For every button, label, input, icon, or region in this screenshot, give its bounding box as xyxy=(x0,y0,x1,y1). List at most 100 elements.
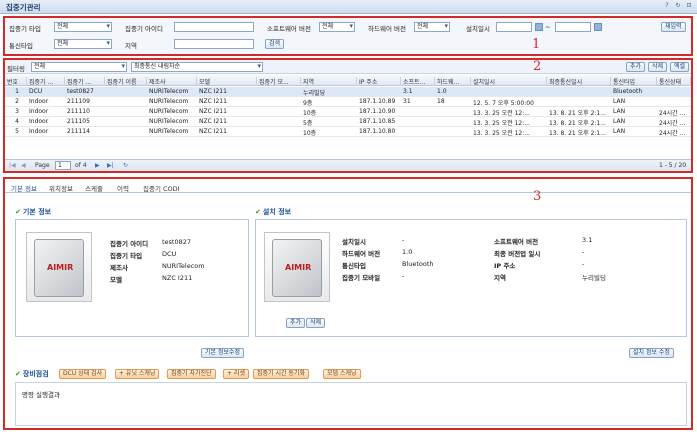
row-model: NZC I211 xyxy=(199,88,227,95)
device-image: AIMIR xyxy=(264,232,330,302)
install-info-heading: ✔ 설치 정보 xyxy=(255,208,292,216)
col-vendor[interactable]: 제조사 xyxy=(147,77,197,86)
row-hw: 1.0 xyxy=(437,88,447,95)
grid-delete-button[interactable]: 삭제 xyxy=(648,62,668,72)
col-last-comm[interactable]: 최종통신일시 xyxy=(547,77,611,86)
tab-schedule[interactable]: 스케줄 xyxy=(85,183,103,193)
help-icon[interactable]: ? xyxy=(663,2,671,10)
id-label: 집중기 아이디 xyxy=(125,25,163,33)
install-field-label: 하드웨어 버전 xyxy=(342,250,381,258)
basic-field-label: 집중기 타입 xyxy=(110,252,143,260)
calendar-from-icon[interactable] xyxy=(535,23,543,31)
comm-select[interactable]: 전체 xyxy=(54,39,112,49)
check-icon: ✔ xyxy=(255,208,261,216)
tab-history[interactable]: 이력 xyxy=(117,183,129,193)
table-row[interactable]: 1 DCU test0827 NURITelecom NZC I211 누리빌딩 3.1 1.… xyxy=(5,87,691,97)
sw-select[interactable]: 전체 xyxy=(319,22,355,32)
row-region: 10층 xyxy=(303,130,317,137)
row-no: 1 xyxy=(15,88,19,95)
image-delete-button[interactable]: 삭제 xyxy=(306,318,326,328)
col-no[interactable]: 번호 xyxy=(5,77,27,86)
table-row[interactable]: 4 Indoor 211105 NURITelecom NZC I211 5층 187.1.… xyxy=(5,117,691,127)
install-field-value: - xyxy=(402,236,405,244)
col-install-date[interactable]: 설치일시 xyxy=(471,77,547,86)
first-page-icon[interactable]: |◀ xyxy=(9,162,16,169)
region-input[interactable] xyxy=(174,39,254,49)
col-sw[interactable]: 소프트... xyxy=(401,77,435,86)
row-type: DCU xyxy=(29,88,43,95)
col-mobile[interactable]: 집중기 모... xyxy=(257,77,301,86)
self-diagnosis-button[interactable]: 집중기 자가진단 xyxy=(167,369,216,379)
col-ip[interactable]: IP 주소 xyxy=(357,77,401,86)
section-number-3: 3 xyxy=(533,189,542,204)
page-range: 1 - 5 / 20 xyxy=(659,162,687,169)
last-page-icon[interactable]: ▶| xyxy=(107,162,114,169)
calendar-to-icon[interactable] xyxy=(594,23,602,31)
col-id[interactable]: 집중기 ... xyxy=(65,77,105,86)
prev-page-icon[interactable]: ◀ xyxy=(21,162,26,169)
reset-button[interactable]: 재입력 xyxy=(661,22,686,32)
col-hw[interactable]: 하드웨... xyxy=(435,77,471,86)
install-info-panel: AIMIR 추가 삭제 설치일시 - 하드웨어 버전 1.0 통신타입 Bluetooth… xyxy=(255,219,687,337)
device-brand-logo: AIMIR xyxy=(47,263,74,272)
install-field-value: 3.1 xyxy=(582,236,593,244)
install-field-label: 집중기 모바일 xyxy=(342,274,381,282)
modem-scan-button[interactable]: 모뎀 스캐닝 xyxy=(323,369,361,379)
id-input[interactable] xyxy=(174,22,254,32)
date-label: 설치일시 xyxy=(466,25,490,33)
row-id: 211110 xyxy=(67,108,90,115)
col-comm-type[interactable]: 통신타입 xyxy=(611,77,657,86)
row-ip: 187.1.10.85 xyxy=(359,118,396,125)
maximize-icon[interactable]: ⊡ xyxy=(685,2,693,10)
row-model: NZC I211 xyxy=(199,118,227,125)
dcu-status-check-button[interactable]: DCU 상태 검사 xyxy=(59,369,107,379)
row-vendor: NURITelecom xyxy=(149,118,189,125)
time-sync-button[interactable]: 집중기 시간 동기화 xyxy=(253,369,309,379)
command-result-label: 명령 실행결과 xyxy=(22,391,60,399)
sort-select[interactable]: 최종통신 내림차순 xyxy=(131,62,263,72)
col-comm-status[interactable]: 통신상태 xyxy=(657,77,691,86)
tab-basic[interactable]: 기본 정보 xyxy=(11,183,37,193)
col-name[interactable]: 집중기 이름 xyxy=(105,77,147,86)
region-label: 지역 xyxy=(125,42,137,50)
col-region[interactable]: 지역 xyxy=(301,77,357,86)
install-edit-button[interactable]: 설치 정보 수정 xyxy=(629,348,674,358)
basic-edit-button[interactable]: 기본 정보수정 xyxy=(201,348,245,358)
image-add-button[interactable]: 추가 xyxy=(286,318,306,328)
install-field-value: - xyxy=(582,248,585,256)
filter-select[interactable]: 전체 xyxy=(31,62,127,72)
refresh-icon[interactable]: ↻ xyxy=(674,2,682,10)
date-to-input[interactable] xyxy=(555,22,591,32)
reset-button[interactable]: + 리셋 xyxy=(223,369,249,379)
table-row[interactable]: 3 Indoor 211110 NURITelecom NZC I211 10층 187.1… xyxy=(5,107,691,117)
hw-select[interactable]: 전체 xyxy=(414,22,450,32)
tab-codi[interactable]: 집중기 CODI xyxy=(143,183,180,193)
check-icon: ✔ xyxy=(15,208,21,216)
date-from-input[interactable] xyxy=(496,22,532,32)
grid-excel-button[interactable]: 엑셀 xyxy=(670,62,690,72)
refresh-grid-icon[interactable]: ↻ xyxy=(123,162,128,169)
row-region: 5층 xyxy=(303,120,313,127)
table-row[interactable]: 2 Indoor 211109 NURITelecom NZC I211 9층 187.1.… xyxy=(5,97,691,107)
unit-scan-button[interactable]: + 유닛 스캐닝 xyxy=(115,369,160,379)
table-row[interactable]: 5 Indoor 211114 NURITelecom NZC I211 10층 187.1… xyxy=(5,127,691,137)
check-icon: ✔ xyxy=(15,370,21,378)
install-field-label: IP 주소 xyxy=(494,262,516,270)
type-select[interactable]: 전체 xyxy=(54,22,112,32)
grid-add-button[interactable]: 추가 xyxy=(626,62,646,72)
row-comm-type: LAN xyxy=(613,108,626,115)
search-button[interactable]: 검색 xyxy=(265,39,285,49)
col-model[interactable]: 모델 xyxy=(197,77,257,86)
row-model: NZC I211 xyxy=(199,128,227,135)
page-input[interactable]: 1 xyxy=(55,161,71,170)
next-page-icon[interactable]: ▶ xyxy=(95,162,100,169)
row-install-date: 12. 5. 7 오후 5:00:00 xyxy=(473,100,534,107)
tab-location[interactable]: 위치정보 xyxy=(49,183,73,193)
window-title: 집중기관리 xyxy=(6,3,41,12)
col-type[interactable]: 집중기 ... xyxy=(27,77,65,86)
row-comm-status: 24시간 ... xyxy=(659,120,686,127)
row-region: 10층 xyxy=(303,110,317,117)
device-brand-logo: AIMIR xyxy=(285,263,312,272)
install-field-label: 최종 버전업 일시 xyxy=(494,250,541,258)
row-type: Indoor xyxy=(29,108,49,115)
